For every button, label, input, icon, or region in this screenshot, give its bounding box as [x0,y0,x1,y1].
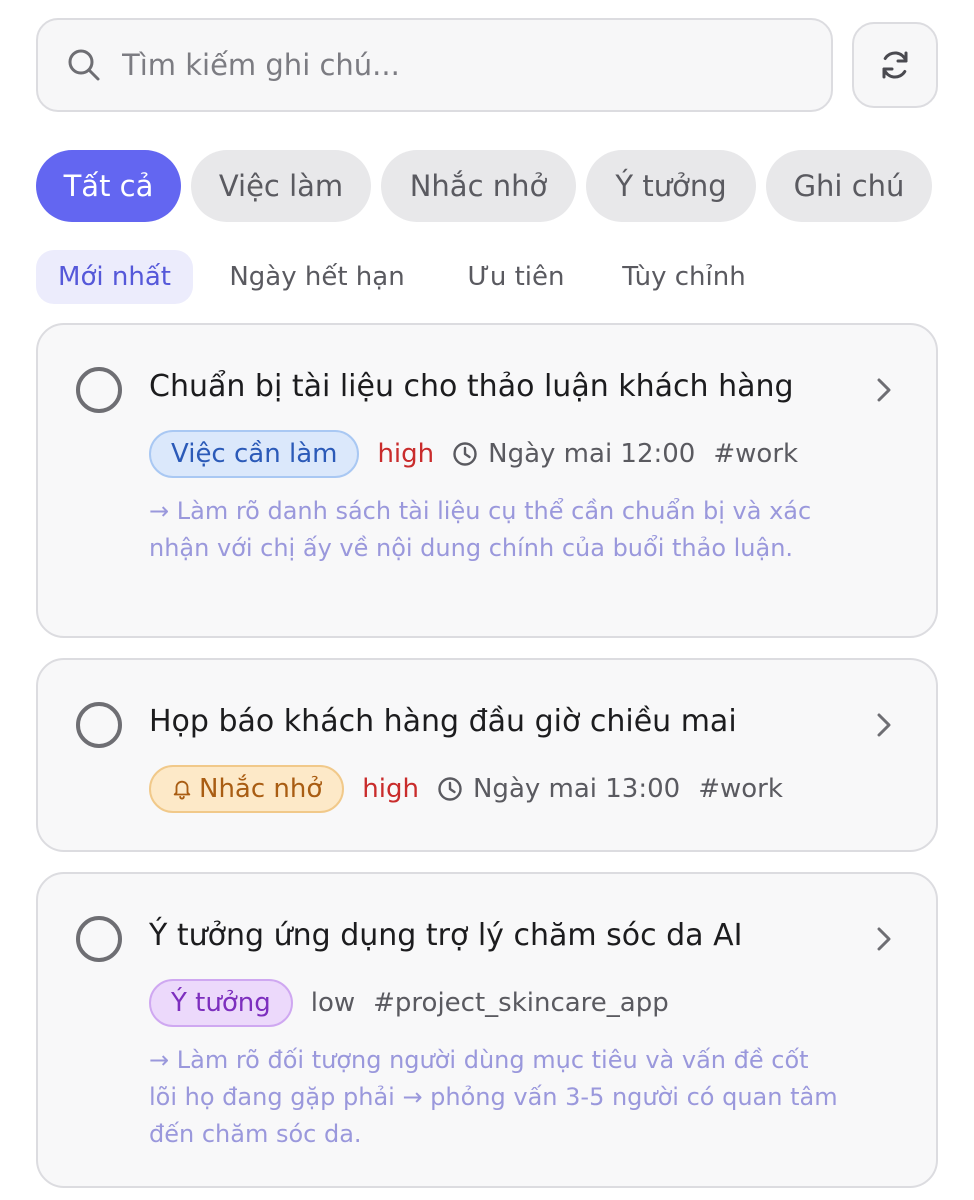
refresh-button[interactable] [852,22,938,108]
note-card[interactable]: Họp báo khách hàng đầu giờ chiều mai Nhắ… [36,658,938,852]
note-meta: Nhắc nhở high Ngày mai 13:00 #work [149,765,783,813]
search-box[interactable] [36,18,833,112]
search-row [36,18,938,112]
chevron-right-icon[interactable] [874,926,894,952]
note-card[interactable]: Ý tưởng ứng dụng trợ lý chăm sóc da AI Ý… [36,872,938,1188]
priority-label: high [377,439,435,469]
search-input[interactable] [122,48,802,82]
refresh-icon [882,51,908,79]
complete-checkbox[interactable] [76,916,122,962]
clock-icon [453,442,477,466]
sort-tab-custom[interactable]: Tùy chỉnh [599,250,769,304]
filter-chip-notes[interactable]: Ghi chú [766,150,932,222]
type-badge-label: Việc cần làm [171,439,338,469]
tag-label: #work [713,439,799,469]
note-card[interactable]: Chuẩn bị tài liệu cho thảo luận khách hà… [36,323,938,638]
complete-checkbox[interactable] [76,367,122,413]
type-badge: Việc cần làm [149,430,360,478]
note-title: Ý tưởng ứng dụng trợ lý chăm sóc da AI [149,918,743,953]
note-title: Họp báo khách hàng đầu giờ chiều mai [149,704,737,739]
note-title: Chuẩn bị tài liệu cho thảo luận khách hà… [149,369,794,404]
note-meta: Ý tưởng low #project_skincare_app [149,979,669,1027]
filter-chip-all[interactable]: Tất cả [36,150,181,222]
clock-icon [438,777,462,801]
type-badge-label: Ý tưởng [171,988,271,1018]
complete-checkbox[interactable] [76,702,122,748]
sort-tab-newest[interactable]: Mới nhất [36,250,193,304]
bell-icon [173,780,191,800]
sort-tabs: Mới nhất Ngày hết hạn Ưu tiên Tùy chỉnh [36,250,769,304]
tag-label: #work [698,774,783,804]
category-filters: Tất cả Việc làm Nhắc nhở Ý tưởng Ghi chú [36,150,932,222]
filter-chip-reminders[interactable]: Nhắc nhở [381,150,576,222]
due-date: Ngày mai 12:00 [452,439,695,469]
sort-tab-priority[interactable]: Ưu tiên [441,250,591,304]
note-meta: Việc cần làm high Ngày mai 12:00 #work [149,430,798,478]
filter-chip-tasks[interactable]: Việc làm [191,150,371,222]
priority-label: low [310,988,356,1018]
type-badge-label: Nhắc nhở [199,774,323,804]
type-badge: Ý tưởng [149,979,293,1027]
due-date: Ngày mai 13:00 [437,774,680,804]
chevron-right-icon[interactable] [874,712,894,738]
tag-label: #project_skincare_app [373,988,669,1018]
note-ai-suggestion: → Làm rõ đối tượng người dùng mục tiêu v… [149,1046,838,1148]
type-badge: Nhắc nhở [149,765,345,813]
due-date-text: Ngày mai 12:00 [488,439,696,469]
filter-chip-ideas[interactable]: Ý tưởng [586,150,756,222]
priority-label: high [362,774,419,804]
search-icon [68,49,100,81]
sort-tab-due-date[interactable]: Ngày hết hạn [201,250,433,304]
note-ai-suggestion: → Làm rõ danh sách tài liệu cụ thể cần c… [149,497,812,562]
chevron-right-icon[interactable] [874,377,894,403]
due-date-text: Ngày mai 13:00 [472,774,681,804]
